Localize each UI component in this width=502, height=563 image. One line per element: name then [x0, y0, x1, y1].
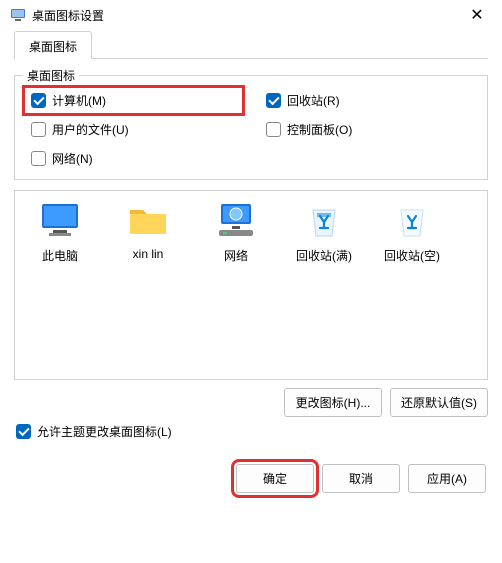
- tab-desktop-icons[interactable]: 桌面图标: [14, 31, 92, 59]
- icon-recycle-empty[interactable]: 回收站(空): [373, 201, 451, 264]
- group-label: 桌面图标: [23, 67, 79, 84]
- check-network[interactable]: 网络(N): [31, 150, 236, 167]
- checkbox-icon[interactable]: [31, 151, 46, 166]
- icon-folder[interactable]: xin lin: [109, 201, 187, 261]
- close-icon[interactable]: ✕: [462, 5, 492, 25]
- icon-recycle-full[interactable]: 回收站(满): [285, 201, 363, 264]
- checkbox-icon[interactable]: [16, 424, 31, 439]
- change-icon-button[interactable]: 更改图标(H)...: [284, 388, 382, 417]
- icon-label: 回收站(满): [285, 247, 363, 264]
- check-label: 用户的文件(U): [52, 121, 129, 138]
- check-userfiles[interactable]: 用户的文件(U): [31, 121, 236, 138]
- checkbox-icon[interactable]: [266, 93, 281, 108]
- check-allow-theme[interactable]: 允许主题更改桌面图标(L): [14, 417, 488, 442]
- checkbox-icon[interactable]: [31, 122, 46, 137]
- check-label: 回收站(R): [287, 92, 340, 109]
- icon-network[interactable]: 网络: [197, 201, 275, 264]
- group-desktop-icons: 桌面图标 计算机(M) 回收站(R) 用户的文件(U) 控制面板(O) 网络(N…: [14, 75, 488, 180]
- checkbox-icon[interactable]: [31, 93, 46, 108]
- window-title: 桌面图标设置: [32, 7, 462, 24]
- check-label: 控制面板(O): [287, 121, 352, 138]
- app-icon: [10, 7, 26, 23]
- icon-label: 回收站(空): [373, 247, 451, 264]
- icon-preview-box: 此电脑 xin lin 网络: [14, 190, 488, 380]
- apply-button[interactable]: 应用(A): [408, 464, 486, 493]
- check-label: 网络(N): [52, 150, 93, 167]
- check-computer[interactable]: 计算机(M): [27, 90, 240, 111]
- icon-this-pc[interactable]: 此电脑: [21, 201, 99, 264]
- icon-label: 网络: [197, 247, 275, 264]
- check-recycle[interactable]: 回收站(R): [266, 92, 471, 109]
- checkbox-icon[interactable]: [266, 122, 281, 137]
- check-label: 计算机(M): [52, 92, 106, 109]
- check-control-panel[interactable]: 控制面板(O): [266, 121, 471, 138]
- cancel-button[interactable]: 取消: [322, 464, 400, 493]
- check-label: 允许主题更改桌面图标(L): [37, 423, 172, 440]
- ok-button[interactable]: 确定: [236, 464, 314, 493]
- icon-label: 此电脑: [21, 247, 99, 264]
- icon-label: xin lin: [109, 247, 187, 261]
- restore-default-button[interactable]: 还原默认值(S): [390, 388, 488, 417]
